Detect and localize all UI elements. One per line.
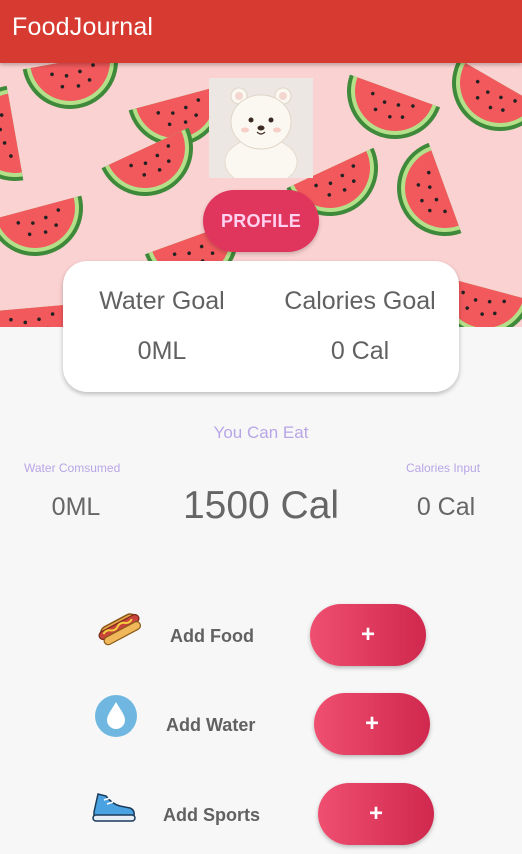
app-title: FoodJournal: [12, 13, 154, 41]
sneaker-icon: [90, 786, 136, 831]
calories-input-value: 0 Cal: [416, 493, 476, 521]
add-sports-label: Add Sports: [163, 805, 260, 825]
profile-avatar[interactable]: [209, 78, 313, 178]
calories-goal-value: 0 Cal: [330, 337, 390, 365]
app-bar: FoodJournal: [0, 0, 522, 63]
calories-goal-label: Calories Goal: [284, 287, 436, 315]
water-goal-value: 0ML: [137, 337, 187, 365]
water-consumed-value: 0ML: [51, 493, 101, 521]
remaining-calories-value: 1500 Cal: [182, 484, 340, 527]
add-food-button[interactable]: +: [310, 604, 426, 666]
calories-input-label: Calories Input: [406, 461, 481, 475]
you-can-eat-heading: You Can Eat: [213, 423, 309, 442]
hotdog-icon: [96, 606, 142, 653]
polar-bear-icon: [209, 78, 313, 178]
add-water-label: Add Water: [166, 715, 256, 735]
add-water-button[interactable]: +: [314, 693, 430, 755]
profile-button[interactable]: PROFILE: [203, 190, 319, 252]
water-drop-icon: [94, 694, 138, 743]
goals-card: Water Goal 0ML Calories Goal 0 Cal: [63, 261, 459, 392]
add-food-label: Add Food: [170, 626, 254, 646]
add-sports-button[interactable]: +: [318, 783, 434, 845]
water-goal-label: Water Goal: [99, 287, 225, 315]
water-consumed-label: Water Comsumed: [24, 461, 121, 475]
